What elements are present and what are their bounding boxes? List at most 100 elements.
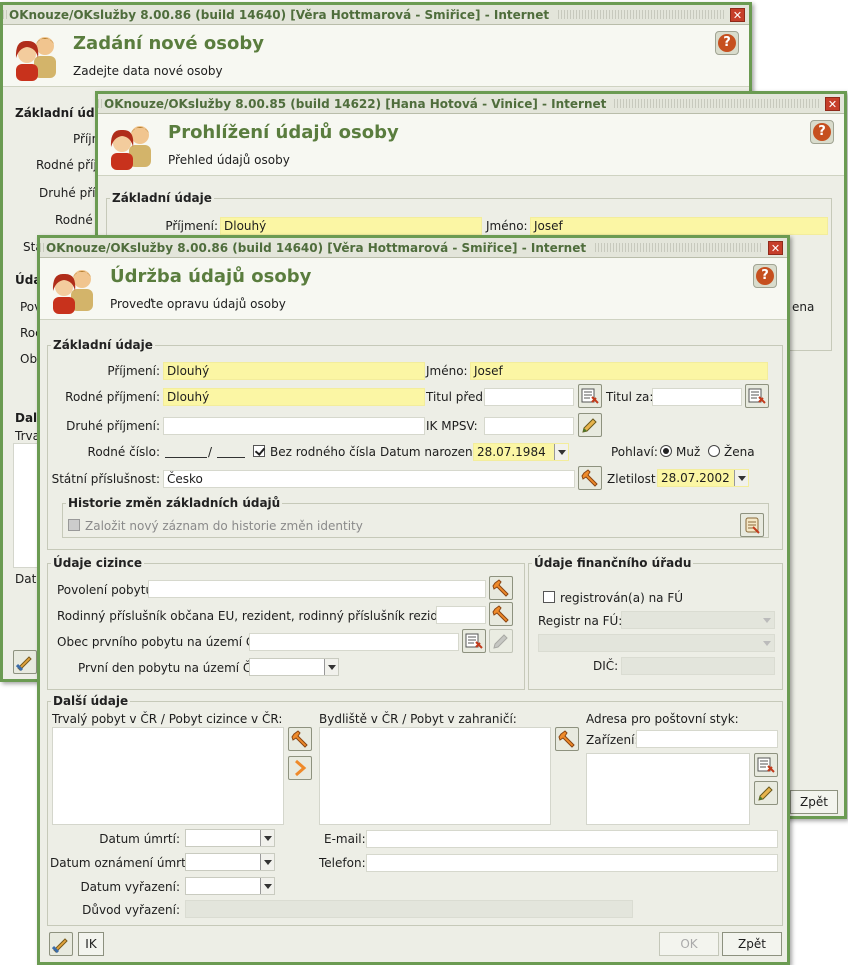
titul-za-field[interactable] xyxy=(652,388,742,406)
ik-button[interactable]: IK xyxy=(78,932,104,956)
adresa-textarea[interactable] xyxy=(586,753,750,825)
obec-field[interactable] xyxy=(249,633,459,651)
help-button[interactable]: ? xyxy=(753,264,777,288)
title-bar[interactable]: OKnouze/OKslužby 8.00.86 (build 14640) [… xyxy=(3,5,749,25)
datum-narozeni-value: 28.07.1984 xyxy=(477,445,546,459)
titul-pred-field[interactable] xyxy=(484,388,574,406)
ok-button[interactable]: OK xyxy=(659,932,719,956)
edit-tool-button[interactable] xyxy=(49,932,73,956)
people-icon xyxy=(11,32,63,82)
bydliste-select-button[interactable] xyxy=(555,727,579,751)
povoleni-select-button[interactable] xyxy=(489,576,513,600)
chevron-down-icon[interactable] xyxy=(734,470,748,486)
trvaly-select-button[interactable] xyxy=(288,727,312,751)
rodne-cislo-part2[interactable] xyxy=(217,444,245,458)
label-zarizeni: Zařízení: xyxy=(586,733,639,747)
label-zletilost: Zletilost: xyxy=(607,472,660,486)
dic-field[interactable] xyxy=(621,657,775,675)
back-button[interactable]: Zpět xyxy=(790,790,838,814)
chevron-down-icon[interactable] xyxy=(260,878,274,894)
adresa-pick-button[interactable] xyxy=(754,753,778,777)
title-bar[interactable]: OKnouze/OKslužby 8.00.86 (build 14640) [… xyxy=(40,238,787,258)
datum-oznameni-field[interactable] xyxy=(185,853,275,871)
label-prijmeni: Příjmení: xyxy=(165,219,218,233)
list-select-icon xyxy=(748,388,766,404)
statni-prislusnost-select-button[interactable] xyxy=(578,466,602,490)
label-zena-partial: ena xyxy=(792,300,815,314)
zletilost-field[interactable]: 28.07.2002 xyxy=(657,469,749,487)
rodne-cislo-separator: / xyxy=(208,445,213,459)
label-povoleni: Povolení pobytu: xyxy=(57,583,158,597)
help-button[interactable]: ? xyxy=(715,31,739,55)
trvaly-textarea[interactable] xyxy=(52,727,284,825)
trvaly-copy-button[interactable] xyxy=(288,756,312,780)
page-title: Údržba údajů osoby xyxy=(110,266,312,287)
close-button[interactable]: ✕ xyxy=(825,97,840,111)
zarizeni-field[interactable] xyxy=(636,730,778,748)
edit-tool-button[interactable] xyxy=(13,650,37,674)
datum-umrti-field[interactable] xyxy=(185,829,275,847)
close-button[interactable]: ✕ xyxy=(730,8,745,22)
chevron-down-icon[interactable] xyxy=(260,830,274,846)
pobocka-select[interactable] xyxy=(538,634,775,652)
ik-mpsv-field[interactable] xyxy=(484,417,574,435)
back-button[interactable]: Zpět xyxy=(722,932,782,956)
duvod-field[interactable] xyxy=(185,900,633,918)
titul-pred-pick-button[interactable] xyxy=(578,384,602,408)
label-dic: DIČ: xyxy=(593,659,619,673)
close-button[interactable]: ✕ xyxy=(768,241,783,255)
wrench-icon xyxy=(492,605,509,623)
rodinny-select-button[interactable] xyxy=(489,602,513,626)
label-titul-pred: Titul před: xyxy=(426,390,488,404)
help-button[interactable]: ? xyxy=(810,120,834,144)
history-scroll-button[interactable] xyxy=(740,513,764,537)
rodne-cislo-part1[interactable] xyxy=(165,444,207,458)
chevron-down-icon[interactable] xyxy=(260,854,274,870)
help-icon: ? xyxy=(756,267,774,285)
label-jmeno: Jméno: xyxy=(426,364,468,378)
chevron-down-icon[interactable] xyxy=(760,635,774,651)
list-select-icon xyxy=(581,388,599,404)
label-registr: Registr na FÚ: xyxy=(538,614,623,628)
label-ik-mpsv: IK MPSV: xyxy=(426,419,478,433)
label-datum-umrti: Datum úmrtí: xyxy=(99,832,180,846)
jmeno-field[interactable]: Josef xyxy=(470,362,768,380)
chevron-down-icon[interactable] xyxy=(760,612,774,628)
radio-muz[interactable] xyxy=(660,445,672,457)
page-header: Prohlížení údajů osoby Přehled údajů oso… xyxy=(98,114,844,176)
label-email: E-mail: xyxy=(324,832,366,846)
ik-mpsv-edit-button[interactable] xyxy=(578,413,602,437)
statni-prislusnost-field[interactable]: Česko xyxy=(163,470,575,488)
prvni-den-field[interactable] xyxy=(249,658,339,676)
rodne-prijmeni-field[interactable]: Dlouhý xyxy=(163,388,425,406)
page-subtitle: Přehled údajů osoby xyxy=(168,153,290,167)
registrovan-checkbox[interactable] xyxy=(543,591,555,603)
chevron-down-icon[interactable] xyxy=(324,659,338,675)
chevron-down-icon[interactable] xyxy=(554,444,568,460)
label-titul-za: Titul za: xyxy=(606,390,654,404)
title-bar[interactable]: OKnouze/OKslužby 8.00.85 (build 14622) [… xyxy=(98,94,844,114)
datum-narozeni-field[interactable]: 28.07.1984 xyxy=(473,443,569,461)
group-legend: Základní údaje xyxy=(112,191,212,205)
help-icon: ? xyxy=(813,123,831,141)
bez-rc-checkbox[interactable] xyxy=(253,445,265,457)
bydliste-textarea[interactable] xyxy=(319,727,551,825)
prijmeni-field[interactable]: Dlouhý xyxy=(163,362,425,380)
email-field[interactable] xyxy=(366,830,778,848)
history-checkbox[interactable] xyxy=(68,519,80,531)
druhe-prijmeni-field[interactable] xyxy=(163,417,425,435)
rodinny-field[interactable] xyxy=(436,606,486,624)
adresa-edit-button[interactable] xyxy=(754,781,778,805)
povoleni-field[interactable] xyxy=(148,580,486,598)
telefon-field[interactable] xyxy=(366,854,778,872)
radio-zena[interactable] xyxy=(708,445,720,457)
group-legend: Údaje finančního úřadu xyxy=(534,556,692,570)
datum-vyrazeni-field[interactable] xyxy=(185,877,275,895)
jmeno-field[interactable]: Josef xyxy=(530,217,828,235)
titul-za-pick-button[interactable] xyxy=(745,384,769,408)
obec-edit-button[interactable] xyxy=(489,629,513,653)
registr-select[interactable] xyxy=(621,611,775,629)
label-history-checkbox: Založit nový záznam do historie změn ide… xyxy=(85,519,363,533)
obec-pick-button[interactable] xyxy=(462,629,486,653)
prijmeni-field[interactable]: Dlouhý xyxy=(220,217,482,235)
